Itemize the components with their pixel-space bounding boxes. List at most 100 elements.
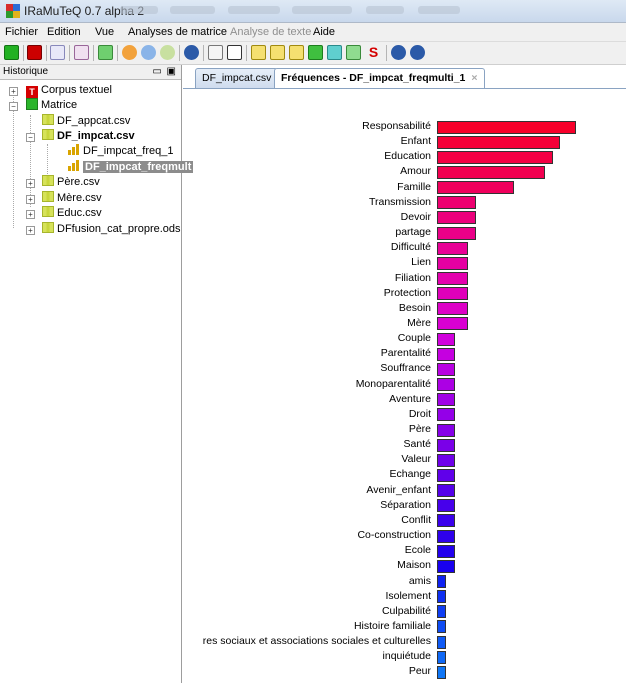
expand-icon[interactable]: + bbox=[26, 210, 35, 219]
toolbar-separator bbox=[117, 45, 118, 61]
title-blur bbox=[292, 6, 352, 14]
bar-label: Protection bbox=[383, 286, 431, 299]
bar bbox=[437, 635, 447, 649]
tree-item-df-appcat[interactable]: DF_appcat.csv bbox=[42, 114, 130, 128]
bar-label: Filiation bbox=[394, 271, 431, 284]
s-icon[interactable]: S bbox=[366, 45, 381, 60]
toolbar-separator bbox=[23, 45, 24, 61]
tree-item-mere[interactable]: Mère.csv bbox=[42, 191, 102, 205]
menu-edition[interactable]: Edition bbox=[47, 26, 81, 38]
tab-bar: DF_impcat.csv Fréquences - DF_impcat_fre… bbox=[189, 68, 626, 89]
table-icon[interactable] bbox=[227, 45, 242, 60]
bar bbox=[437, 378, 456, 392]
tree-item-freq-1[interactable]: DF_impcat_freq_1 bbox=[68, 144, 174, 158]
bar-label: Ecole bbox=[404, 544, 431, 557]
bar bbox=[437, 256, 468, 270]
bar bbox=[437, 544, 456, 558]
bar bbox=[437, 590, 447, 604]
bar-label: Conflit bbox=[401, 513, 431, 526]
close-icon[interactable]: × bbox=[471, 72, 477, 84]
title-blur bbox=[366, 6, 404, 14]
matrix-icon bbox=[26, 98, 38, 110]
expand-icon[interactable]: + bbox=[26, 195, 35, 204]
spreadsheet-icon bbox=[42, 175, 54, 186]
bar bbox=[437, 438, 456, 452]
bar bbox=[437, 120, 576, 134]
menu-vue[interactable]: Vue bbox=[95, 26, 114, 38]
title-blur bbox=[228, 6, 280, 14]
menu-analyses-matrice[interactable]: Analyses de matrice bbox=[128, 26, 227, 38]
tree-item-corpus[interactable]: T Corpus textuel bbox=[26, 83, 112, 98]
matrix-icon[interactable] bbox=[4, 45, 19, 60]
frequency-chart: Responsabilité Enfant Education Amour Famill… bbox=[183, 89, 626, 683]
expand-icon[interactable]: + bbox=[9, 87, 18, 96]
bar bbox=[437, 347, 456, 361]
history-title: Historique bbox=[3, 66, 49, 77]
bar bbox=[437, 211, 476, 225]
blue-circle-icon[interactable] bbox=[141, 45, 156, 60]
labbe-icon[interactable] bbox=[346, 45, 361, 60]
bar-label: Transmission bbox=[368, 195, 431, 208]
expand-icon[interactable]: + bbox=[26, 226, 35, 235]
bar-label: Amour bbox=[400, 165, 431, 178]
afc-icon[interactable] bbox=[308, 45, 323, 60]
frequency-multi-icon[interactable] bbox=[270, 45, 285, 60]
chi2-icon[interactable] bbox=[289, 45, 304, 60]
bar bbox=[437, 499, 456, 513]
toolbar-separator bbox=[93, 45, 94, 61]
tree-item-freqmult[interactable]: DF_impcat_freqmult bbox=[68, 160, 194, 174]
tree-item-educ[interactable]: Educ.csv bbox=[42, 206, 102, 220]
tree-item-matrice[interactable]: Matrice bbox=[26, 98, 77, 112]
bar-label: Histoire familiale bbox=[353, 619, 431, 632]
bar bbox=[437, 393, 456, 407]
expand-icon[interactable]: + bbox=[26, 179, 35, 188]
tab-df-impcat[interactable]: DF_impcat.csv bbox=[195, 68, 279, 88]
bar bbox=[437, 181, 514, 195]
bar-label: partage bbox=[395, 226, 431, 239]
menu-analyse-texte[interactable]: Analyse de texte bbox=[230, 26, 311, 38]
compass-icon[interactable] bbox=[184, 45, 199, 60]
bar bbox=[437, 423, 456, 437]
orange-circle-icon[interactable] bbox=[122, 45, 137, 60]
bar-chart-icon bbox=[68, 160, 80, 171]
menu-fichier[interactable]: Fichier bbox=[5, 26, 38, 38]
spreadsheet-icon bbox=[42, 129, 54, 140]
bar bbox=[437, 302, 468, 316]
bar bbox=[437, 514, 456, 528]
bar bbox=[437, 484, 456, 498]
tree-item-pere[interactable]: Père.csv bbox=[42, 175, 100, 189]
tree-line bbox=[30, 115, 31, 207]
info-icon[interactable] bbox=[391, 45, 406, 60]
toolbar-separator bbox=[246, 45, 247, 61]
bar bbox=[437, 620, 447, 634]
app-icon bbox=[6, 4, 20, 18]
bar-label: Co-construction bbox=[357, 529, 431, 542]
bar-chart-icon bbox=[68, 144, 80, 155]
tool-icon[interactable] bbox=[74, 45, 89, 60]
bar-label: Santé bbox=[403, 438, 431, 451]
menu-aide[interactable]: Aide bbox=[313, 26, 335, 38]
text-corpus-icon[interactable] bbox=[27, 45, 42, 60]
bar bbox=[437, 332, 456, 346]
tree-item-df-impcat[interactable]: DF_impcat.csv bbox=[42, 129, 135, 143]
bar-label: Avenir_enfant bbox=[366, 483, 431, 496]
help-icon[interactable] bbox=[410, 45, 425, 60]
bar bbox=[437, 135, 561, 149]
bar-label: Monoparentalité bbox=[355, 377, 431, 390]
panel-controls-icon[interactable]: ▭ ▣ bbox=[152, 65, 177, 79]
bar bbox=[437, 362, 456, 376]
tree-item-dffusion[interactable]: DFfusion_cat_propre.ods bbox=[42, 222, 181, 236]
spreadsheet-icon bbox=[42, 206, 54, 217]
chart-tool-icon[interactable] bbox=[98, 45, 113, 60]
tab-frequences[interactable]: Fréquences - DF_impcat_freqmulti_1 × bbox=[274, 68, 485, 89]
home-icon[interactable] bbox=[208, 45, 223, 60]
collapse-icon[interactable]: − bbox=[26, 133, 35, 142]
similarity-icon[interactable] bbox=[327, 45, 342, 60]
green-circle-icon[interactable] bbox=[160, 45, 175, 60]
bar-label: Souffrance bbox=[380, 362, 431, 375]
frequency-icon[interactable] bbox=[251, 45, 266, 60]
r-icon[interactable] bbox=[50, 45, 65, 60]
bar bbox=[437, 468, 456, 482]
collapse-icon[interactable]: − bbox=[9, 102, 18, 111]
bar bbox=[437, 575, 447, 588]
